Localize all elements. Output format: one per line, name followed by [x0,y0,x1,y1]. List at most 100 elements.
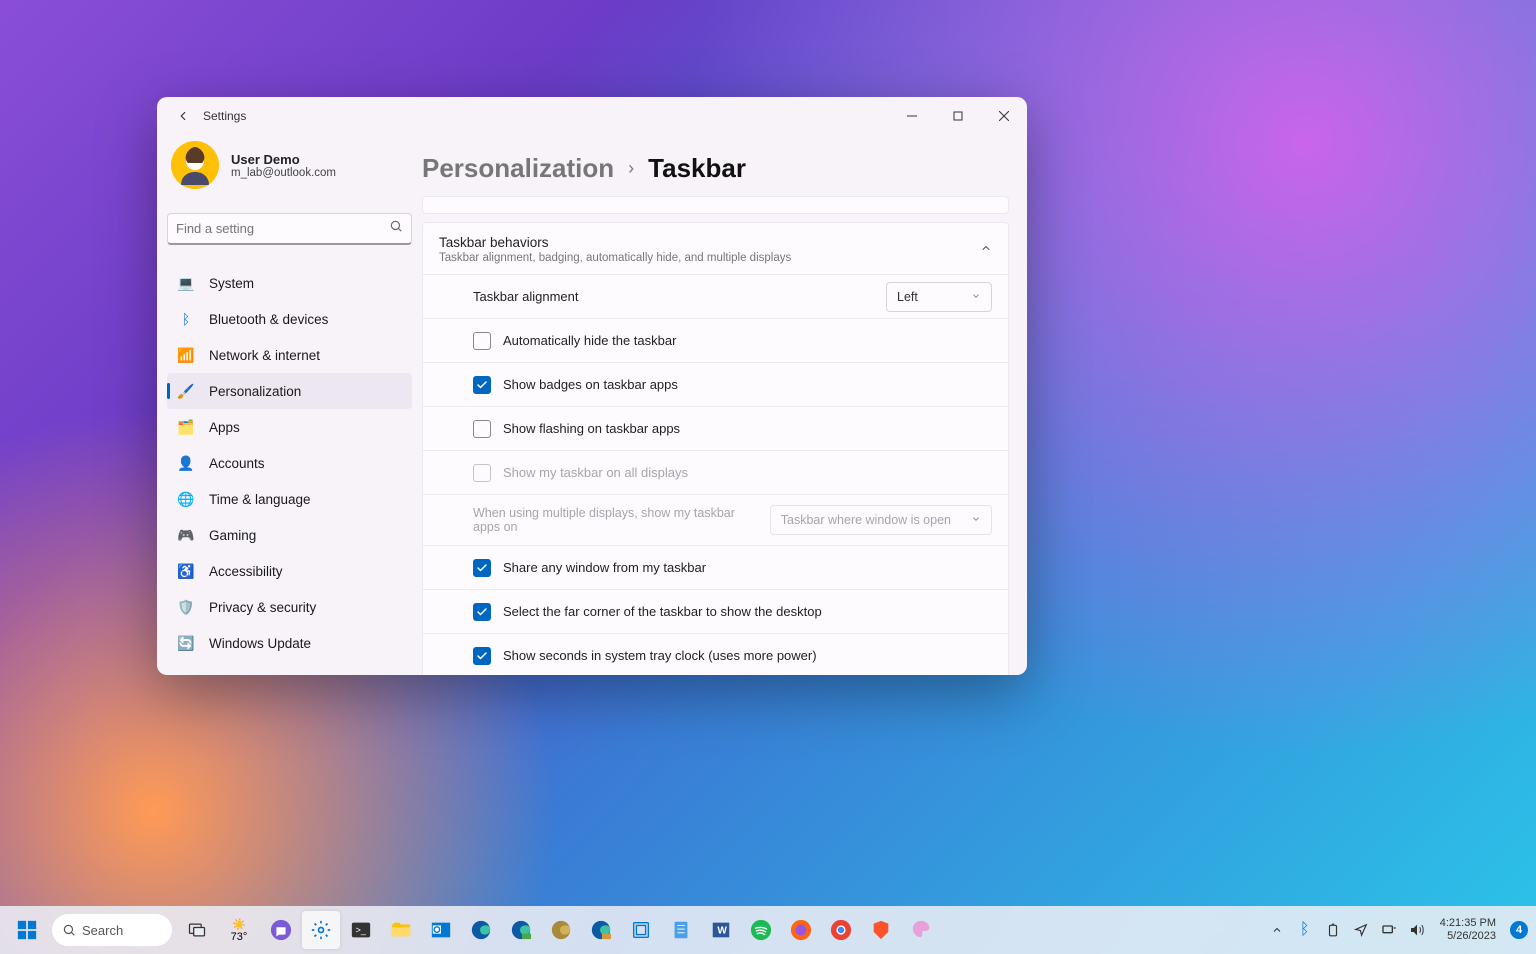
sidebar-item-gaming[interactable]: 🎮 Gaming [167,517,412,553]
window-controls [889,101,1027,131]
taskbar-app-spotify[interactable] [742,911,780,949]
minimize-button[interactable] [889,101,935,131]
label-badges: Show badges on taskbar apps [503,377,992,392]
tray-location-icon[interactable] [1352,921,1370,939]
back-button[interactable] [165,101,201,131]
search-input[interactable] [176,221,389,236]
nav-label: Gaming [209,528,256,543]
scroll-area[interactable]: Taskbar behaviors Taskbar alignment, bad… [422,196,1009,675]
maximize-button[interactable] [935,101,981,131]
settings-window: Settings User Demo m_lab@outlook.com [157,97,1027,675]
system-tray: ᛒ 4:21:35 PM 5/26/2023 4 [1268,917,1528,943]
label-share-window: Share any window from my taskbar [503,560,992,575]
tray-battery-icon[interactable] [1324,921,1342,939]
tray-volume-icon[interactable] [1408,921,1426,939]
nav-label: Windows Update [209,636,311,651]
svg-text:W: W [717,926,727,937]
taskbar-app-terminal[interactable]: >_ [342,911,380,949]
checkbox-far-corner[interactable] [473,603,491,621]
taskbar-app-explorer[interactable] [382,911,420,949]
checkbox-all-displays [473,464,491,482]
taskbar-app-word[interactable]: W [702,911,740,949]
row-badges[interactable]: Show badges on taskbar apps [423,362,1008,406]
taskbar-app-chat[interactable] [262,911,300,949]
taskbar-app-virtualbox[interactable] [622,911,660,949]
sidebar-item-network[interactable]: 📶Network & internet [167,337,412,373]
bluetooth-icon: ᛒ [177,310,195,328]
sidebar-item-accounts[interactable]: 👤Accounts [167,445,412,481]
tray-network-icon[interactable] [1380,921,1398,939]
sidebar: User Demo m_lab@outlook.com 💻System ᛒBlu… [157,135,422,675]
search-box[interactable] [167,213,412,245]
taskbar-app-firefox[interactable] [782,911,820,949]
system-icon: 💻 [177,274,195,292]
search-icon [389,219,403,238]
taskbar-app-notepad[interactable] [662,911,700,949]
taskbar-app-paint[interactable] [902,911,940,949]
task-view-button[interactable] [178,911,216,949]
update-icon: 🔄 [177,634,195,652]
chevron-right-icon: › [628,158,634,179]
checkbox-show-seconds[interactable] [473,647,491,665]
taskbar-search-label: Search [82,923,123,938]
shield-icon: 🛡️ [177,598,195,616]
clock[interactable]: 4:21:35 PM 5/26/2023 [1440,917,1496,943]
breadcrumb-parent[interactable]: Personalization [422,153,614,184]
taskbar-app-chrome[interactable] [822,911,860,949]
section-title: Taskbar behaviors [439,235,980,250]
profile-block[interactable]: User Demo m_lab@outlook.com [167,135,412,201]
sidebar-item-privacy[interactable]: 🛡️ Privacy & security [167,589,412,625]
checkbox-badges[interactable] [473,376,491,394]
sidebar-item-personalization[interactable]: 🖌️Personalization [167,373,412,409]
notification-badge[interactable]: 4 [1510,921,1528,939]
taskbar: Search ☀️73° >_ W ᛒ 4:21:35 PM 5/26/2023 [0,906,1536,954]
sidebar-item-time[interactable]: 🌐Time & language [167,481,412,517]
previous-section-peek[interactable] [422,196,1009,214]
checkbox-auto-hide[interactable] [473,332,491,350]
nav-label: Time & language [209,492,311,507]
taskbar-app-edge[interactable] [462,911,500,949]
weather-temp: 73° [231,931,248,943]
section-header[interactable]: Taskbar behaviors Taskbar alignment, bad… [423,223,1008,274]
main-panel: Personalization › Taskbar Taskbar behavi… [422,135,1027,675]
nav-label: Network & internet [209,348,320,363]
alignment-dropdown[interactable]: Left [886,282,992,312]
nav-label: Privacy & security [209,600,316,615]
sidebar-item-update[interactable]: 🔄 Windows Update [167,625,412,661]
dropdown-value: Taskbar where window is open [781,513,951,527]
taskbar-app-edge-canary[interactable] [582,911,620,949]
sidebar-item-apps[interactable]: 🗂️Apps [167,409,412,445]
taskbar-app-outlook[interactable] [422,911,460,949]
checkbox-flashing[interactable] [473,420,491,438]
taskbar-app-edge-dev[interactable] [542,911,580,949]
close-button[interactable] [981,101,1027,131]
row-auto-hide[interactable]: Automatically hide the taskbar [423,318,1008,362]
section-desc: Taskbar alignment, badging, automaticall… [439,252,980,264]
clock-time: 4:21:35 PM [1440,917,1496,930]
gamepad-icon: 🎮 [177,526,195,544]
tray-overflow-icon[interactable] [1268,921,1286,939]
row-far-corner[interactable]: Select the far corner of the taskbar to … [423,589,1008,633]
paint-icon: 🖌️ [177,382,195,400]
checkbox-share-window[interactable] [473,559,491,577]
row-show-seconds[interactable]: Show seconds in system tray clock (uses … [423,633,1008,675]
sidebar-item-bluetooth[interactable]: ᛒBluetooth & devices [167,301,412,337]
taskbar-app-edge-beta[interactable] [502,911,540,949]
label-flashing: Show flashing on taskbar apps [503,421,992,436]
taskbar-app-settings[interactable] [302,911,340,949]
weather-widget[interactable]: ☀️73° [218,911,260,949]
row-multi-displays: When using multiple displays, show my ta… [423,494,1008,545]
sidebar-item-accessibility[interactable]: ♿Accessibility [167,553,412,589]
window-title: Settings [203,109,246,123]
avatar [171,141,219,189]
taskbar-search[interactable]: Search [52,914,172,946]
sidebar-item-system[interactable]: 💻System [167,265,412,301]
tray-bluetooth-icon[interactable]: ᛒ [1296,921,1314,939]
clock-date: 5/26/2023 [1440,930,1496,943]
row-flashing[interactable]: Show flashing on taskbar apps [423,406,1008,450]
titlebar: Settings [157,97,1027,135]
row-share-window[interactable]: Share any window from my taskbar [423,545,1008,589]
label-far-corner: Select the far corner of the taskbar to … [503,604,992,619]
start-button[interactable] [8,911,46,949]
taskbar-app-brave[interactable] [862,911,900,949]
